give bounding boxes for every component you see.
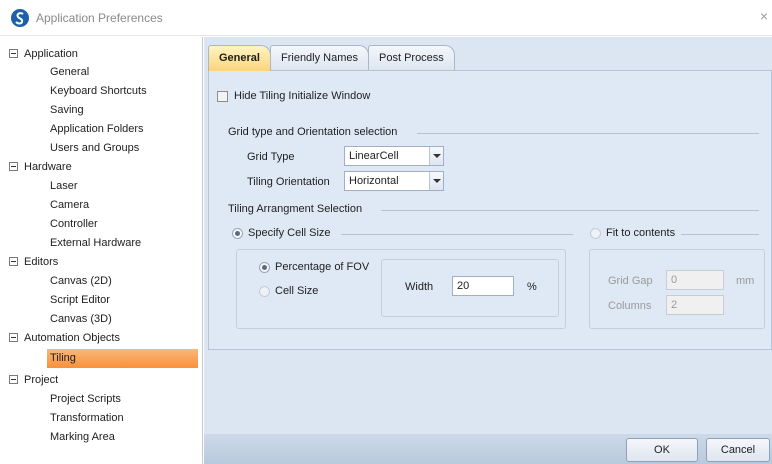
- chevron-down-icon[interactable]: [429, 147, 443, 165]
- tree-category-project[interactable]: Project: [9, 371, 58, 390]
- grid-type-label: Grid Type: [247, 151, 295, 163]
- tree-item-tiling[interactable]: Tiling: [47, 349, 198, 368]
- grid-type-value: LinearCell: [349, 150, 399, 162]
- tree-item-application-folders[interactable]: Application Folders: [50, 120, 144, 139]
- width-panel: Width 20 %: [381, 259, 559, 317]
- preferences-tree: Application General Keyboard Shortcuts S…: [0, 37, 203, 464]
- width-input[interactable]: 20: [452, 276, 514, 296]
- fit-to-contents-radio[interactable]: [590, 228, 601, 239]
- percentage-of-fov-radio[interactable]: [259, 262, 270, 273]
- tree-category-label: Project: [24, 374, 59, 386]
- tree-item-camera[interactable]: Camera: [50, 196, 89, 215]
- tree-item-controller[interactable]: Controller: [50, 215, 98, 234]
- tab-friendly-names[interactable]: Friendly Names: [270, 45, 370, 70]
- chevron-down-icon[interactable]: [429, 172, 443, 190]
- collapse-icon[interactable]: [9, 375, 18, 384]
- tab-strip: General Friendly Names Post Process: [204, 45, 772, 71]
- tree-item-laser[interactable]: Laser: [50, 177, 78, 196]
- tree-item-external-hardware[interactable]: External Hardware: [50, 234, 141, 253]
- width-unit: %: [527, 281, 537, 293]
- tab-general[interactable]: General: [208, 45, 271, 71]
- grid-gap-unit: mm: [736, 275, 755, 287]
- tree-item-project-scripts[interactable]: Project Scripts: [50, 390, 121, 409]
- hide-tiling-checkbox[interactable]: [217, 91, 228, 102]
- tree-item-canvas-3d[interactable]: Canvas (3D): [50, 310, 112, 329]
- fit-to-contents-panel: Grid Gap 0 mm Columns 2: [589, 249, 765, 329]
- tree-item-transformation[interactable]: Transformation: [50, 409, 124, 428]
- dialog-button-bar: OK Cancel: [204, 434, 772, 464]
- group-divider: [417, 133, 759, 134]
- tree-item-marking-area[interactable]: Marking Area: [50, 428, 115, 447]
- tiling-orientation-value: Horizontal: [349, 175, 399, 187]
- specify-cell-size-label: Specify Cell Size: [248, 227, 331, 239]
- tree-item-users-and-groups[interactable]: Users and Groups: [50, 139, 139, 158]
- title-bar: Application Preferences ×: [0, 0, 772, 36]
- tree-category-automation-objects[interactable]: Automation Objects: [9, 329, 120, 348]
- app-logo-icon: [11, 9, 29, 27]
- tree-category-hardware[interactable]: Hardware: [9, 158, 72, 177]
- settings-pane: General Friendly Names Post Process Hide…: [204, 37, 772, 464]
- grid-gap-label: Grid Gap: [608, 275, 653, 287]
- tree-item-canvas-2d[interactable]: Canvas (2D): [50, 272, 112, 291]
- tree-category-label: Automation Objects: [24, 332, 120, 344]
- collapse-icon[interactable]: [9, 257, 18, 266]
- close-icon[interactable]: ×: [760, 8, 768, 24]
- grid-gap-input[interactable]: 0: [666, 270, 724, 290]
- collapse-icon[interactable]: [9, 162, 18, 171]
- collapse-icon[interactable]: [9, 49, 18, 58]
- grid-group-title: Grid type and Orientation selection: [228, 126, 398, 138]
- window-title: Application Preferences: [36, 11, 163, 25]
- columns-label: Columns: [608, 300, 652, 312]
- tree-category-editors[interactable]: Editors: [9, 253, 58, 272]
- tree-item-script-editor[interactable]: Script Editor: [50, 291, 110, 310]
- columns-input[interactable]: 2: [666, 295, 724, 315]
- specify-cell-size-radio[interactable]: [232, 228, 243, 239]
- hide-tiling-label: Hide Tiling Initialize Window: [234, 90, 371, 102]
- collapse-icon[interactable]: [9, 333, 18, 342]
- tab-content-general: Hide Tiling Initialize Window Grid type …: [208, 70, 772, 350]
- tiling-orientation-label: Tiling Orientation: [247, 176, 330, 188]
- tab-post-process[interactable]: Post Process: [368, 45, 455, 70]
- tree-item-saving[interactable]: Saving: [50, 101, 84, 120]
- fit-to-contents-label: Fit to contents: [606, 227, 676, 239]
- cancel-button[interactable]: Cancel: [706, 438, 770, 462]
- tree-category-application[interactable]: Application: [9, 45, 78, 64]
- percentage-of-fov-label: Percentage of FOV: [275, 261, 370, 273]
- tree-category-label: Application: [24, 48, 78, 60]
- ok-button[interactable]: OK: [626, 438, 698, 462]
- grid-type-select[interactable]: LinearCell: [344, 146, 444, 166]
- cell-size-radio[interactable]: [259, 286, 270, 297]
- tree-category-label: Editors: [24, 256, 59, 268]
- arrangement-group-title: Tiling Arrangment Selection: [228, 203, 363, 215]
- tree-category-label: Hardware: [24, 161, 72, 173]
- cell-size-panel: Percentage of FOV Cell Size Width 20 %: [236, 249, 566, 329]
- width-label: Width: [405, 281, 434, 293]
- tiling-orientation-select[interactable]: Horizontal: [344, 171, 444, 191]
- group-divider: [341, 234, 573, 235]
- group-divider: [681, 234, 759, 235]
- cell-size-label: Cell Size: [275, 285, 319, 297]
- group-divider: [381, 210, 759, 211]
- tree-item-general[interactable]: General: [50, 63, 89, 82]
- tree-item-keyboard-shortcuts[interactable]: Keyboard Shortcuts: [50, 82, 147, 101]
